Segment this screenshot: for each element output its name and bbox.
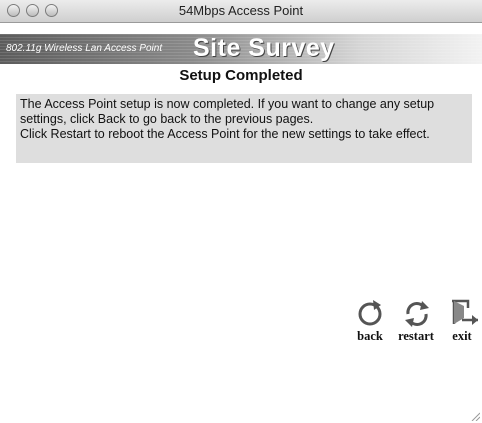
exit-door-icon xyxy=(452,299,478,325)
page-heading: Setup Completed xyxy=(179,67,303,84)
back-button[interactable]: back xyxy=(350,298,390,346)
exit-button[interactable]: exit xyxy=(442,298,482,346)
back-arrow-icon xyxy=(358,300,382,326)
message-box: The Access Point setup is now completed.… xyxy=(16,94,472,163)
restart-arrows-icon xyxy=(405,301,429,327)
title-bar: 54Mbps Access Point xyxy=(0,0,482,23)
restart-label: restart xyxy=(398,329,434,343)
exit-label: exit xyxy=(452,329,472,343)
banner-title: Site Survey xyxy=(193,34,335,62)
message-line-2: Click Restart to reboot the Access Point… xyxy=(20,127,430,141)
browser-window: 54Mbps Access Point 802.11g Wireless Lan… xyxy=(0,0,482,423)
back-label: back xyxy=(357,329,383,343)
message-line-1: The Access Point setup is now completed.… xyxy=(20,97,435,126)
message-text: The Access Point setup is now completed.… xyxy=(20,97,470,142)
restart-button[interactable]: restart xyxy=(396,298,436,346)
window-title: 54Mbps Access Point xyxy=(178,3,304,18)
resize-grip-icon[interactable] xyxy=(470,411,480,421)
banner-subtitle: 802.11g Wireless Lan Access Point xyxy=(6,43,163,54)
site-banner: 802.11g Wireless Lan Access Point Site S… xyxy=(0,34,482,64)
